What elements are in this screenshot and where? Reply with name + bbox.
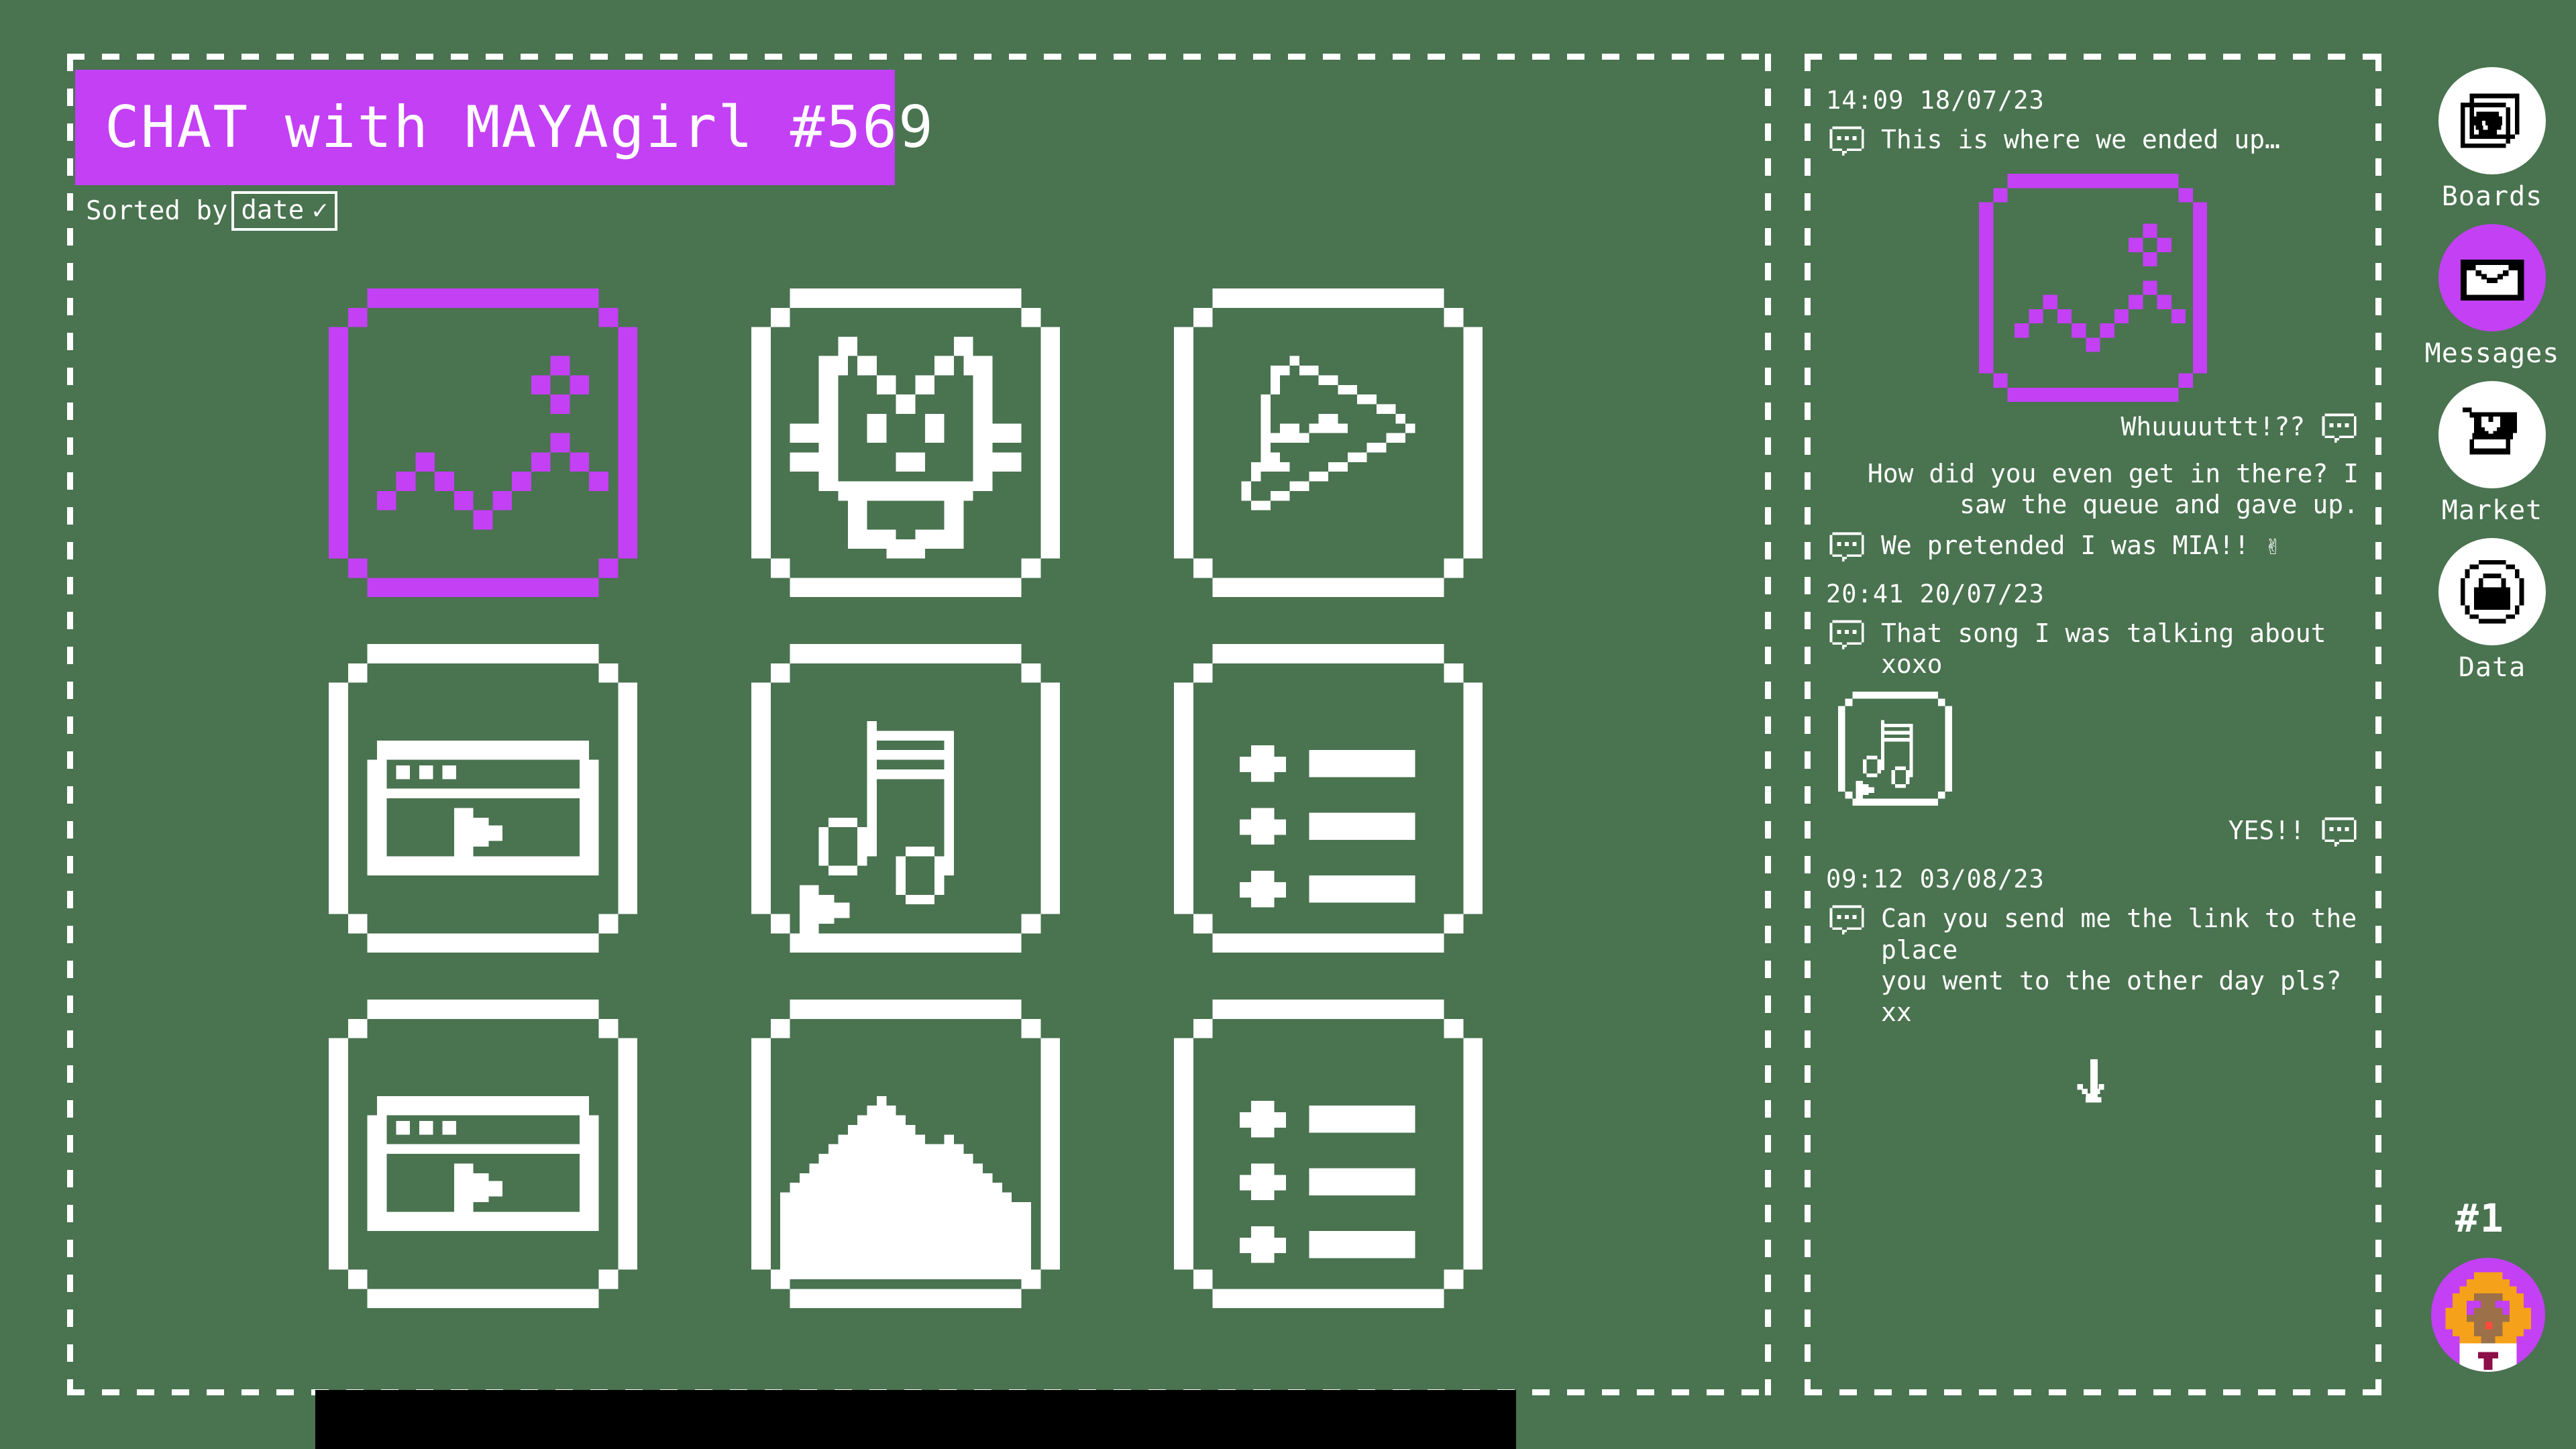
chat-message[interactable]: We pretended I was MIA!! ✌ (1811, 530, 2375, 568)
bottom-black-bar (315, 1390, 1516, 1449)
nav-item-market[interactable]: Market (2438, 381, 2546, 526)
speech-bubble-icon (2320, 815, 2359, 853)
speech-bubble-icon (1827, 124, 1866, 162)
nav-icon-circle (2438, 381, 2546, 488)
rank-badge: #1 (2455, 1195, 2505, 1241)
nav-rail: Boards Messages Market Data (2408, 67, 2576, 695)
nav-item-label: Boards (2441, 181, 2543, 212)
gallery-tile[interactable] (315, 288, 651, 597)
speech-bubble-icon (1827, 618, 1866, 655)
sort-select-value: date (241, 195, 305, 225)
lock-circle-icon (2456, 555, 2528, 628)
video-window-icon (315, 644, 651, 953)
chat-message[interactable]: This is where we ended up… (1811, 124, 2375, 162)
speech-bubble-icon (1827, 903, 1866, 941)
gallery-tile[interactable] (1161, 644, 1496, 953)
sort-label: Sorted by (86, 196, 228, 226)
speech-bubble-icon (2320, 411, 2359, 449)
message-timestamp: 14:09 18/07/23 (1826, 86, 2045, 115)
photos-globe-icon (2456, 85, 2528, 157)
gallery-tile[interactable] (738, 644, 1073, 953)
gallery-tile[interactable] (315, 1000, 651, 1308)
chat-attachment[interactable] (1811, 174, 2375, 402)
message-text: Whuuuuttt!?? (2121, 412, 2305, 441)
image-mountains-icon (738, 1000, 1073, 1308)
chat-message[interactable]: That song I was talking about xoxo (1811, 618, 2375, 680)
gallery-grid (315, 288, 1529, 1322)
gallery-tile[interactable] (738, 288, 1073, 597)
image-landscape-icon (1979, 174, 2207, 402)
nav-item-boards[interactable]: Boards (2438, 67, 2546, 212)
envelope-icon (2456, 241, 2528, 314)
page-title: CHAT with MAYAgirl #569 (105, 94, 934, 161)
arrow-down-icon (2056, 1055, 2130, 1131)
gallery-tile[interactable] (1161, 288, 1496, 597)
check-icon: ✓ (312, 195, 328, 225)
chat-message-list[interactable]: 14:09 18/07/23 This is where we ended up…… (1811, 74, 2375, 1368)
list-doc-icon (1161, 1000, 1496, 1308)
gallery-tile[interactable] (1161, 1000, 1496, 1308)
image-landscape-icon (315, 288, 651, 597)
nav-item-label: Messages (2424, 338, 2560, 369)
audio-note-icon (738, 644, 1073, 953)
nav-icon-circle (2438, 538, 2546, 645)
nav-item-label: Data (2458, 652, 2526, 683)
nav-icon-circle (2438, 224, 2546, 331)
message-text: This is where we ended up… (1881, 125, 2280, 154)
image-cat-icon (738, 288, 1073, 597)
chat-title-banner: CHAT with MAYAgirl #569 (75, 70, 933, 185)
message-timestamp: 09:12 03/08/23 (1826, 865, 2045, 894)
scroll-down-button[interactable] (1811, 1055, 2375, 1131)
chat-message[interactable]: Can you send me the link to the place yo… (1811, 903, 2375, 1027)
message-text: YES!! (2228, 816, 2305, 846)
message-text: How did you even get in there? I saw the… (1867, 459, 2359, 520)
avatar[interactable] (2431, 1258, 2545, 1372)
video-window-icon (315, 1000, 651, 1308)
nav-item-label: Market (2441, 495, 2543, 526)
gallery-tile[interactable] (738, 1000, 1073, 1308)
nav-item-data[interactable]: Data (2438, 538, 2546, 683)
speech-bubble-icon (1827, 530, 1866, 568)
message-timestamp: 20:41 20/07/23 (1826, 579, 2045, 608)
message-text: We pretended I was MIA!! ✌ (1881, 530, 2280, 560)
gallery-tile[interactable] (315, 644, 651, 953)
message-text: That song I was talking about xoxo (1881, 618, 2326, 680)
chat-message[interactable]: YES!! (1811, 815, 2375, 853)
message-text: Can you send me the link to the place yo… (1881, 904, 2357, 1027)
nav-item-messages[interactable]: Messages (2425, 224, 2560, 369)
cart-heart-icon (2456, 398, 2528, 471)
sort-select[interactable]: date ✓ (231, 191, 337, 231)
chat-attachment[interactable] (1811, 692, 2375, 806)
sort-control-row: Sorted by date ✓ (86, 191, 337, 231)
audio-note-icon (1838, 692, 1952, 806)
nav-icon-circle (2438, 67, 2546, 174)
chat-message[interactable]: How did you even get in there? I saw the… (1811, 458, 2375, 521)
chat-message[interactable]: Whuuuuttt!?? (1811, 411, 2375, 449)
list-doc-icon (1161, 644, 1496, 953)
image-pizza-icon (1161, 288, 1496, 597)
